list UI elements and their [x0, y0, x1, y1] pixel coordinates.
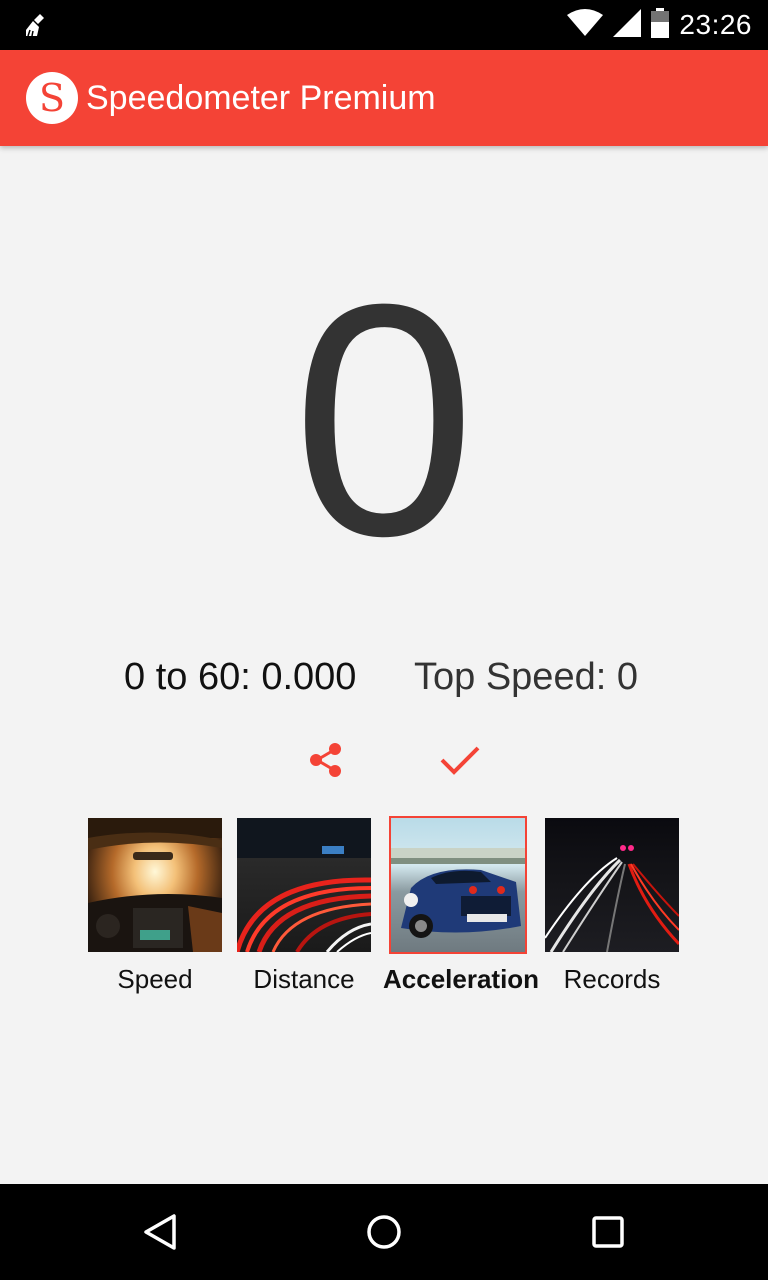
- battery-icon: [651, 7, 670, 43]
- mode-distance[interactable]: Distance: [229, 818, 379, 994]
- back-button[interactable]: [138, 1210, 182, 1254]
- zero-to-sixty-stat: 0 to 60: 0.000: [124, 656, 357, 698]
- status-clock: 23:26: [679, 9, 752, 40]
- status-bar: 23:26: [0, 0, 768, 50]
- app-logo: S: [26, 72, 78, 124]
- home-button[interactable]: [362, 1210, 406, 1254]
- mode-label: Speed: [117, 964, 193, 994]
- home-icon: [367, 1215, 401, 1249]
- app-logo-letter: S: [38, 76, 66, 120]
- recents-icon: [592, 1216, 624, 1248]
- share-button[interactable]: [306, 740, 346, 780]
- acceleration-thumbnail: [389, 816, 527, 954]
- distance-thumbnail: [237, 818, 371, 952]
- mode-speed[interactable]: Speed: [80, 818, 230, 994]
- mode-records[interactable]: Records: [537, 818, 687, 994]
- mode-label: Records: [563, 964, 661, 994]
- recents-button[interactable]: [586, 1210, 630, 1254]
- records-thumbnail: [545, 818, 679, 952]
- navigation-bar: [0, 1184, 768, 1280]
- back-icon: [144, 1214, 176, 1250]
- check-icon: [440, 746, 480, 775]
- speed-thumbnail: [88, 818, 222, 952]
- app-title: Speedometer Premium: [86, 79, 436, 117]
- wifi-icon: [567, 8, 604, 42]
- speed-value: 0: [292, 235, 476, 604]
- app-bar: S Speedometer Premium: [0, 50, 768, 146]
- mode-label: Distance: [253, 964, 355, 994]
- confirm-button[interactable]: [438, 740, 482, 780]
- mode-acceleration[interactable]: Acceleration: [383, 816, 540, 994]
- share-icon: [310, 743, 341, 777]
- cleaner-icon: [24, 12, 50, 38]
- mode-label: Acceleration: [383, 964, 540, 994]
- signal-icon: [613, 8, 642, 42]
- top-speed-stat: Top Speed: 0: [414, 656, 638, 698]
